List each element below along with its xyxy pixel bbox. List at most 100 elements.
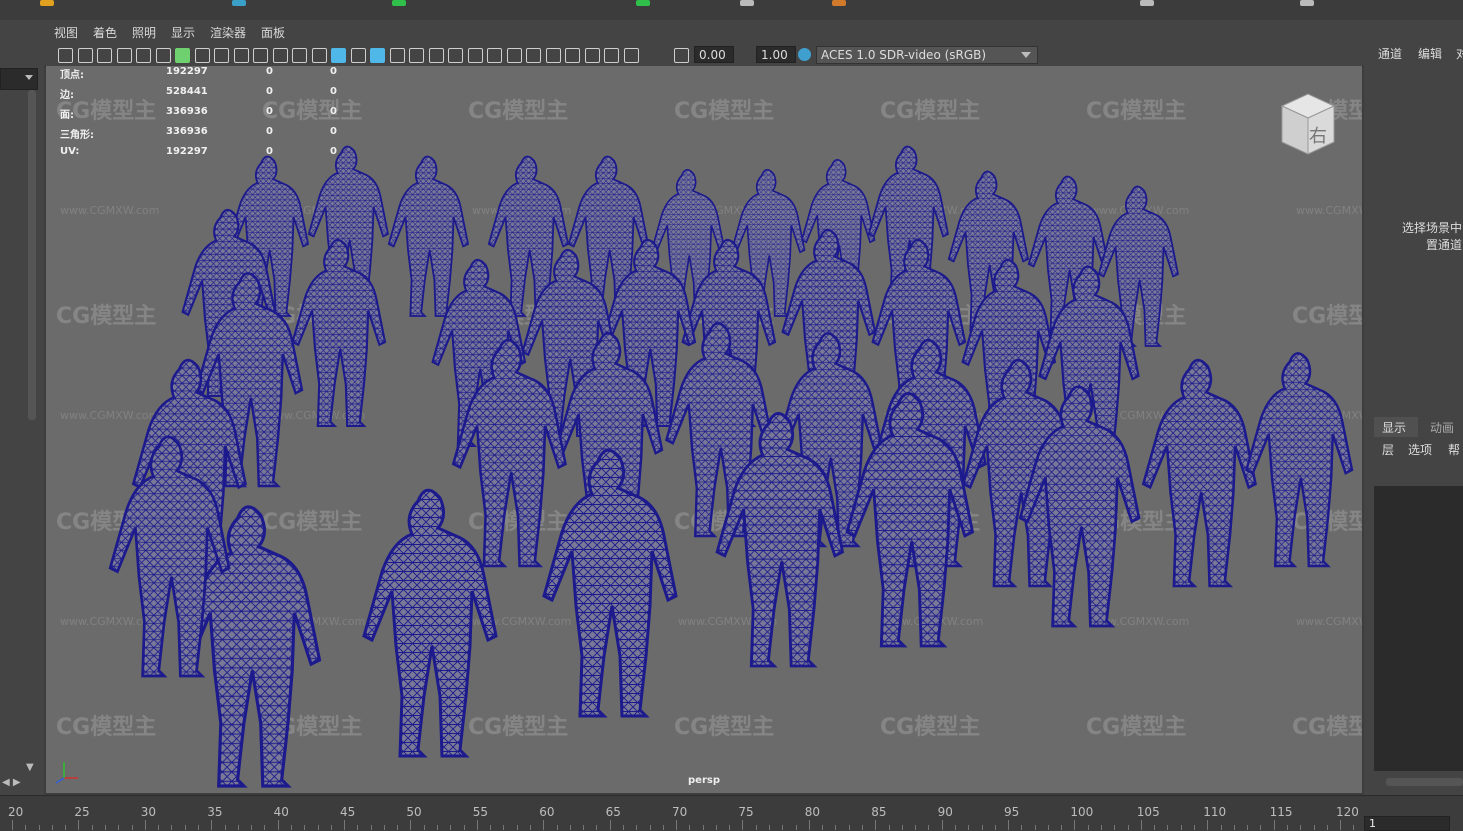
- view-cube[interactable]: 右: [1278, 92, 1336, 156]
- viewport-tool-icon[interactable]: [311, 48, 327, 63]
- layer-list[interactable]: [1374, 486, 1463, 771]
- viewport-tool-icon[interactable]: [467, 48, 483, 63]
- watermark-brand: CG模型主: [468, 99, 568, 124]
- viewport-tool-icon[interactable]: [674, 48, 689, 63]
- viewport-tool-icon[interactable]: [214, 48, 229, 63]
- menu-help[interactable]: 帮: [1448, 441, 1460, 458]
- timeline-tick: [1074, 820, 1076, 830]
- timeline-tick: [277, 820, 279, 830]
- menu-shading[interactable]: 着色: [93, 24, 117, 41]
- viewport-tool-icon[interactable]: [253, 48, 268, 63]
- viewport-tool-icon[interactable]: [194, 48, 210, 63]
- timeline-tick: [144, 820, 146, 830]
- viewport-tool-icon[interactable]: [175, 48, 190, 63]
- viewport-tool-icon[interactable]: [584, 48, 600, 63]
- viewport-tool-icon[interactable]: [292, 48, 307, 63]
- viewport-tool-icon[interactable]: [155, 48, 171, 63]
- viewport-tool-icon[interactable]: [487, 48, 502, 63]
- timeline-tick: [25, 825, 27, 830]
- timeline-tick: [1260, 825, 1262, 830]
- toolbar-icon[interactable]: [40, 0, 54, 6]
- poly-count-hud: 顶点: 192297 0 0 边: 528441 0 0 面: 336936 0 0 三角形: 33693…: [60, 66, 340, 166]
- tab-channels[interactable]: 通道: [1378, 45, 1402, 62]
- timeline-tick-label: 60: [539, 805, 555, 819]
- tab-animation[interactable]: 动画: [1430, 419, 1454, 436]
- left-dropdown[interactable]: [0, 68, 38, 90]
- toolbar-icon[interactable]: [1300, 0, 1314, 6]
- scroll-left-icon[interactable]: ◀ ▶: [2, 777, 21, 788]
- timeline-tick: [490, 825, 492, 830]
- viewport-tool-icon[interactable]: [77, 48, 93, 63]
- tab-object[interactable]: 对: [1456, 45, 1463, 62]
- viewport-tool-icon[interactable]: [350, 48, 366, 63]
- horizontal-scrollbar[interactable]: [1386, 778, 1463, 786]
- hud-tris: 0: [330, 66, 337, 77]
- hud-tris: 0: [330, 146, 337, 157]
- menu-renderer[interactable]: 渲染器: [210, 24, 246, 41]
- timeline-tick: [1273, 820, 1275, 830]
- timeline-tick: [702, 825, 704, 830]
- timeline-tick: [556, 825, 558, 830]
- watermark-brand: CG模型主: [674, 99, 774, 124]
- watermark-brand: CG模型主: [1086, 715, 1186, 740]
- time-slider[interactable]: 20 25 30 35 40 45 50 55 60 65 70 75 80 85 90 95 100 105 11…: [0, 795, 1463, 831]
- viewport-tool-icon[interactable]: [58, 48, 73, 63]
- viewport-tool-icon[interactable]: [526, 48, 541, 63]
- viewport-tool-icon[interactable]: [331, 48, 346, 63]
- tab-edit[interactable]: 编辑: [1418, 45, 1442, 62]
- menu-show[interactable]: 显示: [171, 24, 195, 41]
- scroll-down-icon[interactable]: ▼: [26, 762, 34, 773]
- current-frame-field[interactable]: 1: [1364, 816, 1450, 831]
- viewport-tool-icon[interactable]: [623, 48, 639, 63]
- timeline-tick: [1140, 820, 1142, 830]
- viewport-tool-icon[interactable]: [116, 48, 132, 63]
- hud-row: UV: 192297 0 0: [60, 146, 340, 166]
- toolbar-icon[interactable]: [1140, 0, 1154, 6]
- exposure-field[interactable]: 0.00: [694, 46, 734, 63]
- viewport-tool-icon[interactable]: [136, 48, 151, 63]
- toolbar-icon[interactable]: [740, 0, 754, 6]
- color-space-dropdown[interactable]: ACES 1.0 SDR-video (sRGB): [816, 46, 1038, 64]
- hud-sel: 0: [266, 66, 273, 77]
- viewport-tool-icon[interactable]: [409, 48, 424, 63]
- timeline-tick: [91, 825, 93, 830]
- timeline-tick: [1207, 820, 1209, 830]
- 3d-viewport[interactable]: CG模型主 www.CGMXW.com CG模型主 www.CGMXW.com CG模型…: [46, 66, 1362, 793]
- toolbar-icon[interactable]: [636, 0, 650, 6]
- gamma-field[interactable]: 1.00: [756, 46, 796, 63]
- menu-view[interactable]: 视图: [54, 24, 78, 41]
- timeline-tick: [808, 820, 810, 830]
- watermark-url: www.CGMXW.com: [60, 204, 159, 217]
- menu-panels[interactable]: 面板: [261, 24, 285, 41]
- viewport-tool-icon[interactable]: [565, 48, 580, 63]
- menu-lighting[interactable]: 照明: [132, 24, 156, 41]
- viewport-tool-icon[interactable]: [604, 48, 619, 63]
- viewport-tool-icon[interactable]: [545, 48, 561, 63]
- viewport-tool-icon[interactable]: [506, 48, 522, 63]
- toolbar-icon[interactable]: [392, 0, 406, 6]
- timeline-tick: [158, 825, 160, 830]
- color-management-icon[interactable]: [798, 48, 811, 61]
- viewport-tool-icon[interactable]: [97, 48, 112, 63]
- tab-display[interactable]: 显示: [1382, 419, 1406, 436]
- timeline-tick: [769, 825, 770, 830]
- timeline-tick: [516, 825, 518, 830]
- viewport-tool-icon[interactable]: [389, 48, 405, 63]
- viewport-tool-icon[interactable]: [272, 48, 288, 63]
- timeline-tick-label: 95: [1004, 805, 1020, 819]
- timeline-tick: [1114, 825, 1116, 830]
- menu-options[interactable]: 选项: [1408, 441, 1432, 458]
- viewport-tool-icon[interactable]: [370, 48, 385, 63]
- timeline-tick: [636, 825, 638, 830]
- main-toolbar-strip: [0, 0, 1463, 21]
- toolbar-icon[interactable]: [832, 0, 846, 6]
- timeline-tick: [1286, 825, 1288, 830]
- left-scrollbar[interactable]: [28, 90, 36, 420]
- toolbar-icon[interactable]: [232, 0, 246, 6]
- viewport-tool-icon[interactable]: [428, 48, 444, 63]
- timeline-tick: [583, 825, 585, 830]
- wireframe-figure: [387, 155, 470, 317]
- viewport-tool-icon[interactable]: [233, 48, 249, 63]
- viewport-tool-icon[interactable]: [448, 48, 463, 63]
- menu-layers[interactable]: 层: [1382, 441, 1394, 458]
